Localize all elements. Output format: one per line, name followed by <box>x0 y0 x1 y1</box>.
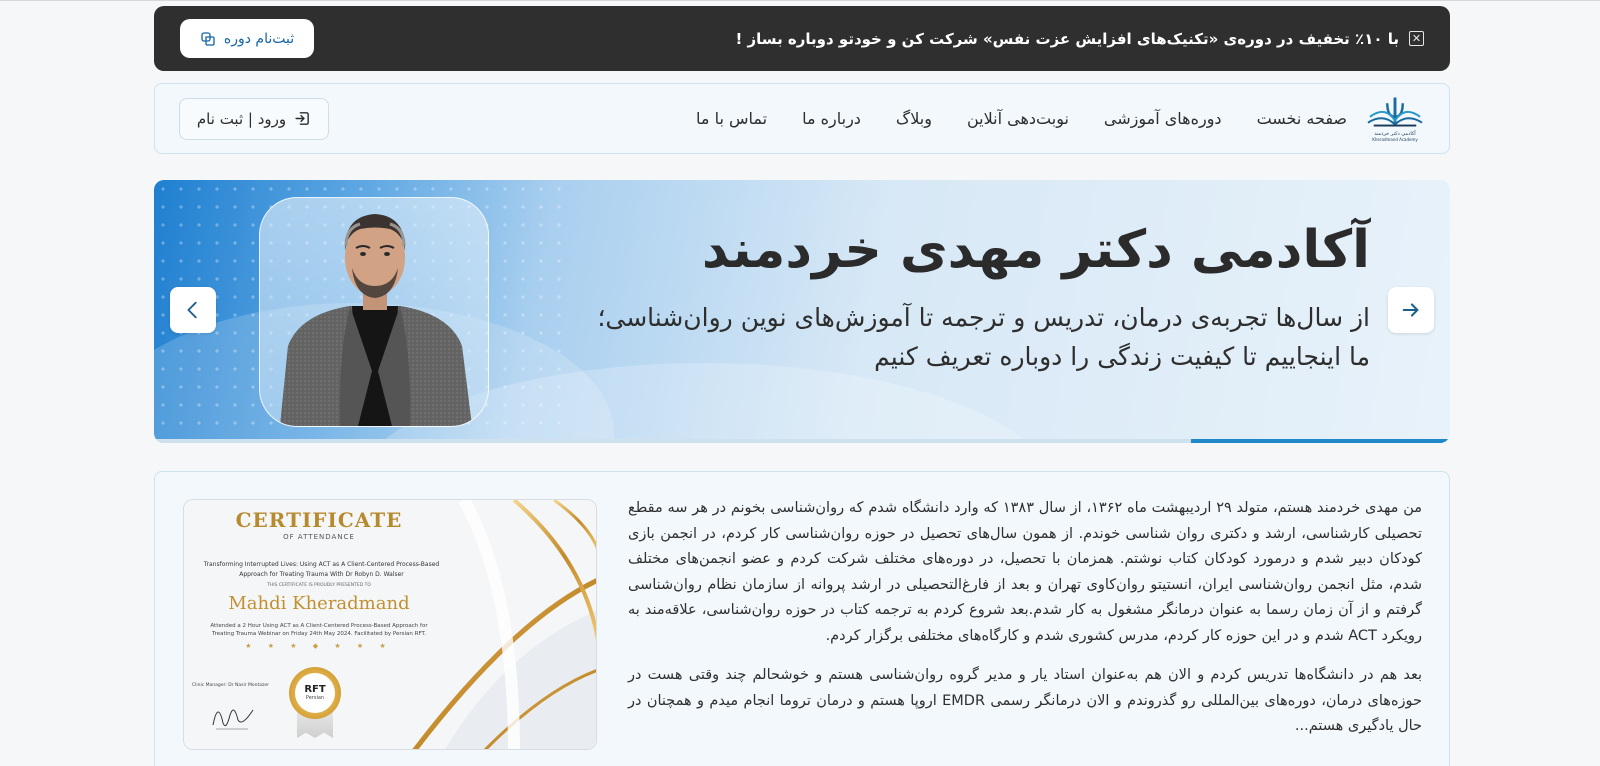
about-paragraph-2: بعد هم در دانشگاه‌ها تدریس کردم و الان ه… <box>628 667 1422 734</box>
about-text: من مهدی خردمند هستم، متولد ۲۹ اردیبهشت م… <box>628 496 1422 740</box>
hero-slider: آکادمی دکتر مهدی خردمند از سال‌ها تجربه‌… <box>154 180 1450 443</box>
hero-subtitle-line-2: ما اینجاییم تا کیفیت زندگی را دوباره تعر… <box>874 342 1370 371</box>
certificate-presented: THIS CERTIFICATE IS PROUDLY PRESENTED TO <box>267 583 371 588</box>
slider-prev-button[interactable] <box>170 287 216 333</box>
doctor-portrait <box>259 197 489 427</box>
nav-link-booking[interactable]: نوبت‌دهی آنلاین <box>967 109 1069 128</box>
top-divider <box>0 0 1600 1</box>
certificate-title: CERTIFICATE <box>235 508 403 532</box>
slider-progress-bar <box>154 439 1450 443</box>
logo-text-en: Kheradmand Academy <box>1372 137 1418 142</box>
nav-link-about[interactable]: درباره ما <box>802 109 861 128</box>
about-section: من مهدی خردمند هستم، متولد ۲۹ اردیبهشت م… <box>154 471 1450 766</box>
slider-next-button[interactable] <box>1388 287 1434 333</box>
portrait-image <box>280 214 472 426</box>
login-label: ورود | ثبت نام <box>196 109 287 128</box>
enroll-course-button[interactable]: ثبت‌نام دوره <box>180 19 314 58</box>
logo-icon <box>1367 97 1423 127</box>
nav-link-courses[interactable]: دوره‌های آموزشی <box>1104 109 1222 128</box>
certificate-stars: ★ ★ ★ ◆ ★ ★ ★ <box>245 642 393 650</box>
nav-links: صفحه نخست دوره‌های آموزشی نوبت‌دهی آنلای… <box>661 109 1347 128</box>
seal-persian-text: Persian <box>305 695 325 701</box>
rft-seal: RFT Persian <box>289 667 341 719</box>
login-icon <box>295 112 309 125</box>
certificate-image: CERTIFICATE OF ATTENDANCE Transforming I… <box>183 499 597 750</box>
nav-link-home[interactable]: صفحه نخست <box>1257 109 1347 128</box>
certificate-course: Transforming Interrupted Lives: Using AC… <box>203 561 440 578</box>
login-register-button[interactable]: ورود | ثبت نام <box>179 97 329 140</box>
announcement-message: با ۱۰٪ تخفیف در دوره‌ی «تکنیک‌های افزایش… <box>735 29 1399 48</box>
certificate-subtitle: OF ATTENDANCE <box>283 533 355 541</box>
academy-logo[interactable]: آکادمی دکتر خردمند Kheradmand Academy <box>1365 94 1425 144</box>
signature-icon <box>212 709 254 730</box>
slider-progress-fill <box>1190 439 1450 443</box>
chevron-left-icon <box>187 301 197 319</box>
seal-rft-text: RFT <box>304 684 326 695</box>
certificate-manager: Clinic Manager: Dr Nasir Montazer <box>192 683 269 688</box>
enroll-icon <box>201 31 215 46</box>
close-icon[interactable]: ✕ <box>1409 31 1424 46</box>
certificate-attended-text: Attended a 2 Hour Using ACT as A Client-… <box>210 623 428 637</box>
enroll-button-label: ثبت‌نام دوره <box>223 30 295 47</box>
hero-title: آکادمی دکتر مهدی خردمند <box>701 220 1370 280</box>
arrow-right-icon <box>1402 303 1419 317</box>
main-navbar: آکادمی دکتر خردمند Kheradmand Academy صف… <box>154 83 1450 154</box>
about-paragraph-1: من مهدی خردمند هستم، متولد ۲۹ اردیبهشت م… <box>628 500 1423 644</box>
hero-subtitle-line-1: از سال‌ها تجربه‌ی درمان، تدریس و ترجمه ت… <box>597 303 1370 332</box>
announcement-bar: ✕ با ۱۰٪ تخفیف در دوره‌ی «تکنیک‌های افزا… <box>154 6 1450 71</box>
nav-link-contact[interactable]: تماس با ما <box>696 109 767 128</box>
certificate-recipient-name: Mahdi Kheradmand <box>228 593 410 614</box>
nav-link-blog[interactable]: وبلاگ <box>896 109 932 128</box>
